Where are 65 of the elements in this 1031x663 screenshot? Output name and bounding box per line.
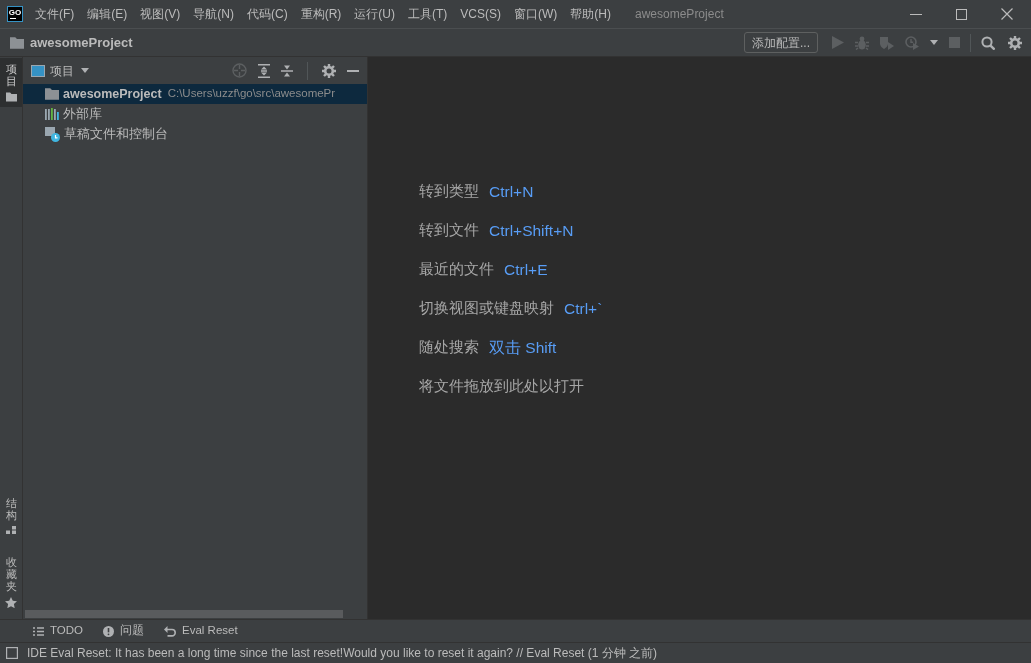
bar-chart-icon	[45, 108, 59, 120]
tool-window-button[interactable]: Eval Reset	[164, 622, 238, 640]
undo-icon	[164, 625, 176, 637]
status-message: IDE Eval Reset: It has been a long time since the last reset!Would you like to reset it again? // Eval Reset (1 分钟 之前)	[27, 645, 658, 662]
shortcut-text: Ctrl+`	[564, 298, 603, 319]
terminal-clock-icon	[45, 126, 60, 142]
menu-item[interactable]: 运行(U)	[354, 6, 395, 22]
hint-text: 将文件拖放到此处以打开	[419, 376, 584, 397]
breadcrumb[interactable]: awesomeProject	[10, 32, 133, 53]
settings-icon[interactable]	[1008, 35, 1022, 50]
shortcut-text: Ctrl+Shift+N	[489, 220, 574, 241]
hint-text: 最近的文件	[419, 259, 494, 280]
close-icon[interactable]	[1001, 8, 1013, 20]
hint-text: 转到文件	[419, 220, 479, 241]
star-icon	[5, 597, 17, 608]
caret-icon[interactable]	[930, 40, 938, 45]
collapse-all-icon[interactable]	[281, 63, 293, 78]
app-logo: GO	[7, 6, 23, 22]
shortcut-text: 双击 Shift	[489, 337, 557, 358]
tree-item-label: awesomeProject	[63, 85, 162, 103]
hint-text: 切换视图或键盘映射	[419, 298, 554, 319]
folder-icon	[45, 88, 59, 100]
menu-item[interactable]: 文件(F)	[35, 6, 75, 22]
menu-item[interactable]: 编辑(E)	[87, 6, 128, 22]
menu-item[interactable]: VCS(S)	[460, 6, 501, 22]
add-configuration-button[interactable]: 添加配置...	[744, 32, 818, 53]
caret-icon	[81, 68, 89, 73]
tool-window-button[interactable]: TODO	[33, 622, 83, 640]
window-title: awesomeProject	[635, 6, 724, 23]
expand-all-icon[interactable]	[258, 63, 270, 78]
tool-window-tab[interactable]: 结构	[0, 492, 22, 539]
menu-item[interactable]: 导航(N)	[193, 6, 234, 22]
menu-item[interactable]: 重构(R)	[300, 6, 342, 22]
folder-icon	[5, 92, 17, 102]
view-selector[interactable]: 项目	[31, 61, 89, 80]
square-icon[interactable]	[6, 647, 18, 659]
tree-item[interactable]: 草稿文件和控制台	[23, 124, 367, 144]
folder-icon	[10, 36, 24, 49]
exclamation-circle-icon	[103, 625, 114, 637]
minimize-icon[interactable]	[910, 13, 922, 15]
tree-item[interactable]: 外部库	[23, 104, 367, 124]
structure-icon	[6, 526, 16, 534]
menu-item[interactable]: 帮助(H)	[570, 6, 611, 22]
menu-item[interactable]: 工具(T)	[408, 6, 448, 22]
tool-window-tab[interactable]: 项目	[0, 58, 22, 107]
list-icon	[33, 626, 44, 636]
tree-item-label: 外部库	[63, 105, 102, 123]
maximize-icon[interactable]	[956, 8, 967, 20]
hint-text: 转到类型	[419, 181, 479, 202]
tool-window-tab[interactable]: 收藏夹	[0, 551, 22, 613]
menu-item[interactable]: 代码(C)	[247, 6, 288, 22]
shortcut-text: Ctrl+N	[489, 181, 534, 202]
tree-item[interactable]: awesomeProject C:\Users\uzzf\go\src\awesomePr	[23, 84, 367, 104]
menu-item[interactable]: 视图(V)	[140, 6, 181, 22]
project-view-icon	[31, 64, 45, 77]
search-icon[interactable]	[981, 35, 995, 50]
horizontal-scrollbar[interactable]	[25, 610, 343, 618]
tool-window-button[interactable]: 问题	[103, 622, 144, 640]
hint-text: 随处搜索	[419, 337, 479, 358]
shortcut-text: Ctrl+E	[504, 259, 548, 280]
minimize-icon[interactable]	[347, 69, 359, 72]
settings-icon[interactable]	[322, 63, 336, 78]
tree-item-label: 草稿文件和控制台	[64, 125, 168, 143]
path-text: C:\Users\uzzf\go\src\awesomePr	[167, 86, 336, 102]
menu-item[interactable]: 窗口(W)	[514, 6, 558, 22]
